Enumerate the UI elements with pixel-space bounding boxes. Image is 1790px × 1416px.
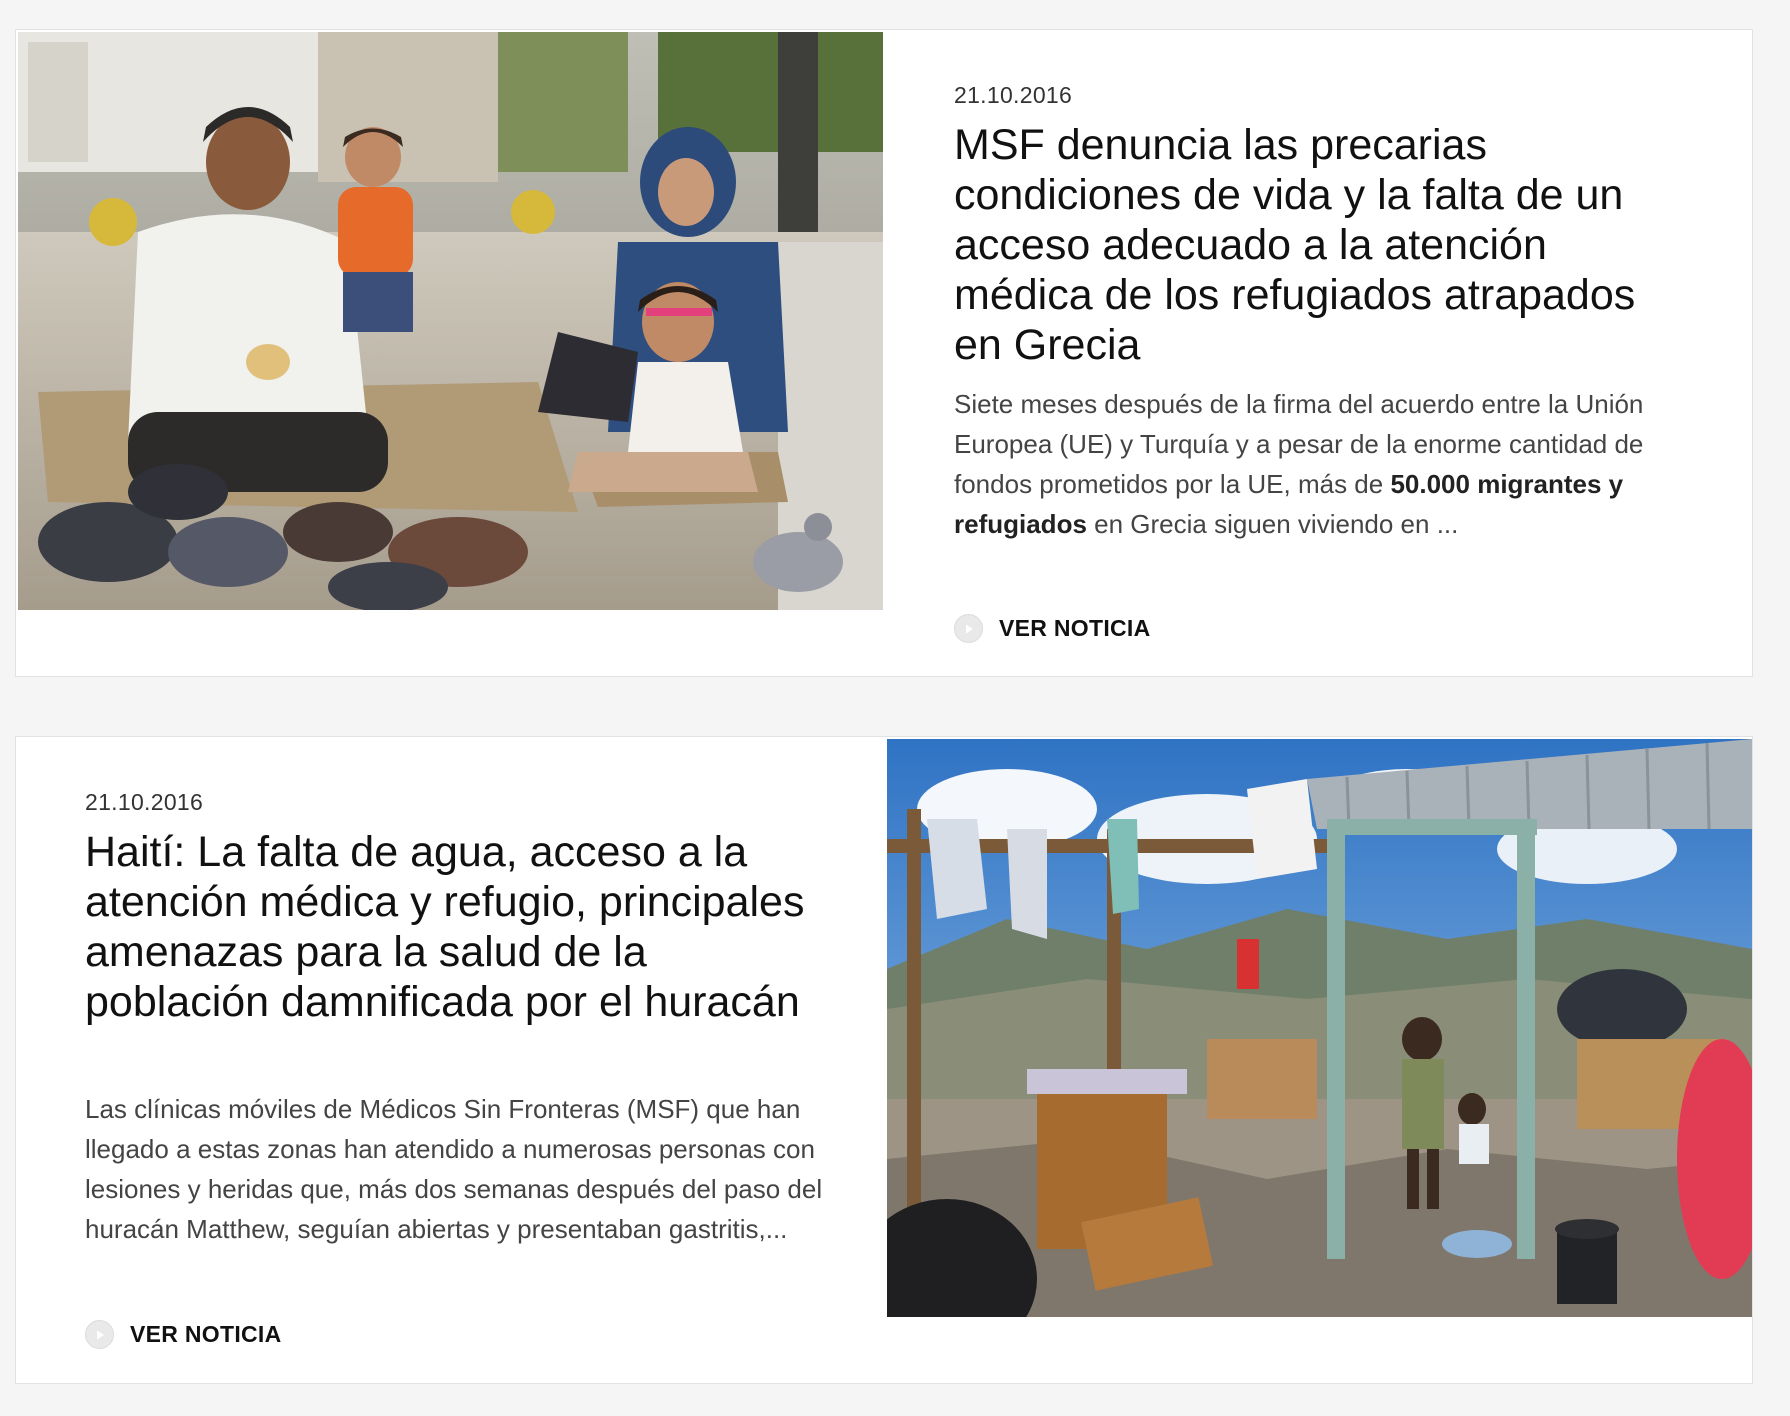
ver-noticia-link[interactable]: VER NOTICIA xyxy=(954,614,1151,643)
article-image[interactable] xyxy=(887,739,1752,1317)
play-circle-icon xyxy=(85,1320,114,1349)
article-image[interactable] xyxy=(18,32,883,610)
news-card: 21.10.2016 Haití: La falta de agua, acce… xyxy=(15,736,1753,1384)
article-summary: Siete meses después de la firma del acue… xyxy=(954,384,1694,544)
ver-noticia-link[interactable]: VER NOTICIA xyxy=(85,1320,282,1349)
article-title[interactable]: Haití: La falta de agua, acceso a la ate… xyxy=(85,827,825,1027)
refugee-family-photo xyxy=(18,32,883,610)
ver-noticia-label: VER NOTICIA xyxy=(999,615,1151,641)
ver-noticia-label: VER NOTICIA xyxy=(130,1321,282,1347)
article-date: 21.10.2016 xyxy=(85,789,204,815)
news-card: 21.10.2016 MSF denuncia las precarias co… xyxy=(15,29,1753,677)
article-date: 21.10.2016 xyxy=(954,82,1073,108)
play-circle-icon xyxy=(954,614,983,643)
summary-text-end: en Grecia siguen viviendo en ... xyxy=(1086,509,1459,539)
hurricane-shelter-photo xyxy=(887,739,1752,1317)
article-title[interactable]: MSF denuncia las precarias condiciones d… xyxy=(954,120,1694,370)
article-summary: Las clínicas móviles de Médicos Sin Fron… xyxy=(85,1094,823,1244)
